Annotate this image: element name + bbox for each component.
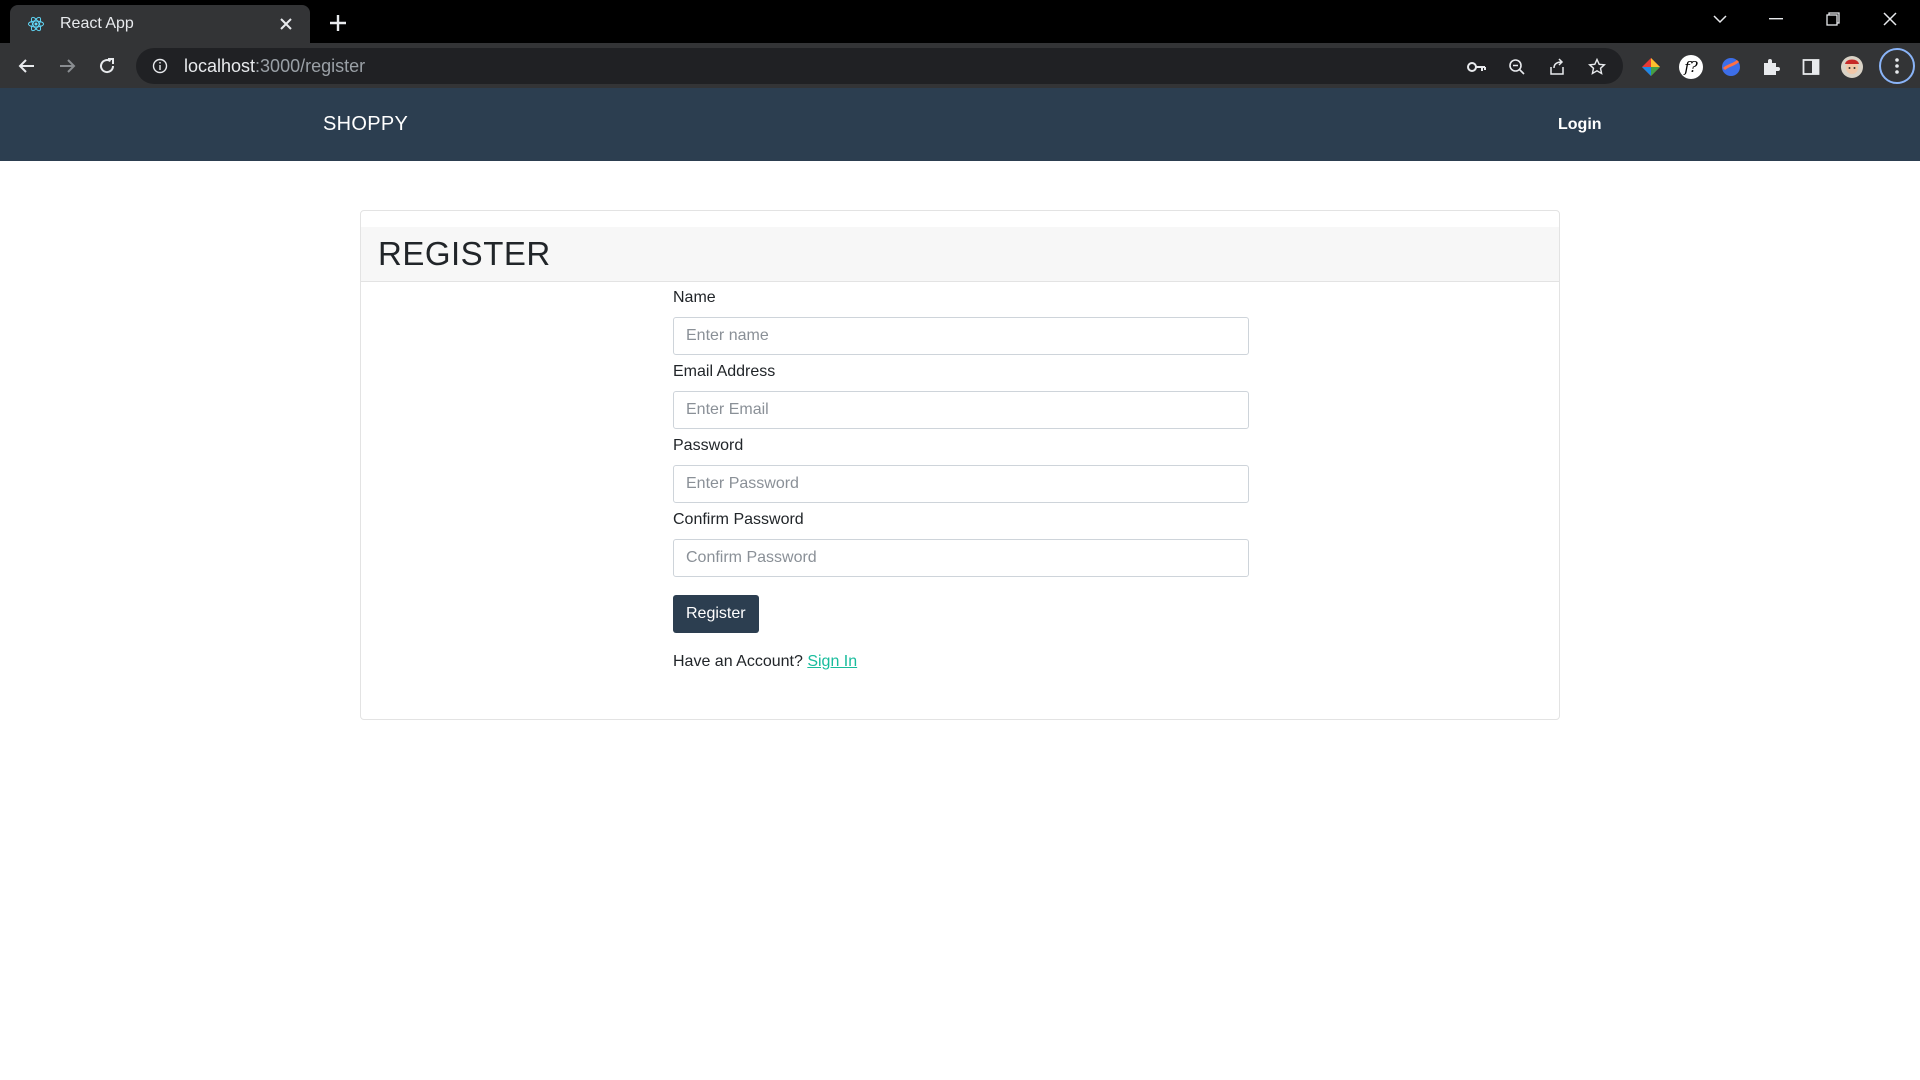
restore-icon[interactable]: [1805, 0, 1861, 38]
new-tab-button[interactable]: [324, 9, 352, 37]
svg-text:f?: f?: [1683, 58, 1699, 76]
close-tab-icon[interactable]: [276, 14, 296, 34]
brand-link[interactable]: SHOPPY: [323, 88, 408, 161]
address-bar[interactable]: localhost:3000/register: [136, 48, 1623, 84]
page-title: REGISTER: [378, 235, 551, 272]
name-group: Name: [673, 287, 1249, 357]
url-path: :3000/register: [255, 55, 366, 76]
card-header: REGISTER: [361, 227, 1559, 282]
profile-avatar-icon[interactable]: [1839, 54, 1865, 80]
minimize-icon[interactable]: [1748, 0, 1804, 38]
close-window-icon[interactable]: [1862, 0, 1918, 38]
name-label: Name: [673, 289, 716, 306]
sign-in-link[interactable]: Sign In: [807, 653, 857, 670]
url-host: localhost: [184, 55, 256, 76]
confirm-password-label: Confirm Password: [673, 511, 804, 528]
key-icon[interactable]: [1466, 56, 1488, 78]
reload-icon[interactable]: [91, 50, 123, 82]
confirm-password-input[interactable]: [673, 539, 1249, 577]
register-card: REGISTER Name Email Address Password Con…: [360, 210, 1560, 720]
register-form: Name Email Address Password Confirm Pass…: [673, 283, 1249, 671]
email-input[interactable]: [673, 391, 1249, 429]
confirm-password-group: Confirm Password: [673, 509, 1249, 579]
register-button[interactable]: Register: [673, 595, 759, 633]
site-info-icon[interactable]: [150, 56, 170, 76]
login-link[interactable]: Login: [1558, 88, 1602, 161]
back-arrow-icon[interactable]: [11, 50, 43, 82]
email-group: Email Address: [673, 361, 1249, 431]
tab-title: React App: [60, 15, 134, 32]
globe-extension-icon[interactable]: [1718, 54, 1744, 80]
email-label: Email Address: [673, 363, 776, 380]
browser-tab[interactable]: React App: [10, 5, 310, 43]
color-picker-extension-icon[interactable]: [1638, 54, 1664, 80]
password-label: Password: [673, 437, 744, 454]
menu-kebab-icon[interactable]: [1879, 48, 1915, 84]
app-navbar: SHOPPY Login: [0, 88, 1920, 161]
name-input[interactable]: [673, 317, 1249, 355]
password-input[interactable]: [673, 465, 1249, 503]
share-icon[interactable]: [1546, 56, 1568, 78]
password-group: Password: [673, 435, 1249, 505]
browser-tab-strip: React App: [0, 0, 1920, 43]
browser-toolbar: localhost:3000/register f?: [0, 43, 1920, 88]
zoom-out-icon[interactable]: [1506, 56, 1528, 78]
font-extension-icon[interactable]: f?: [1678, 54, 1704, 80]
react-logo-icon: [26, 14, 46, 34]
forward-arrow-icon[interactable]: [51, 50, 83, 82]
have-account-text: Have an Account?: [673, 653, 803, 670]
extensions-puzzle-icon[interactable]: [1758, 54, 1784, 80]
tab-search-icon[interactable]: [1692, 0, 1748, 38]
have-account-line: Have an Account? Sign In: [673, 653, 1249, 671]
side-panel-icon[interactable]: [1798, 54, 1824, 80]
bookmark-star-icon[interactable]: [1586, 56, 1608, 78]
